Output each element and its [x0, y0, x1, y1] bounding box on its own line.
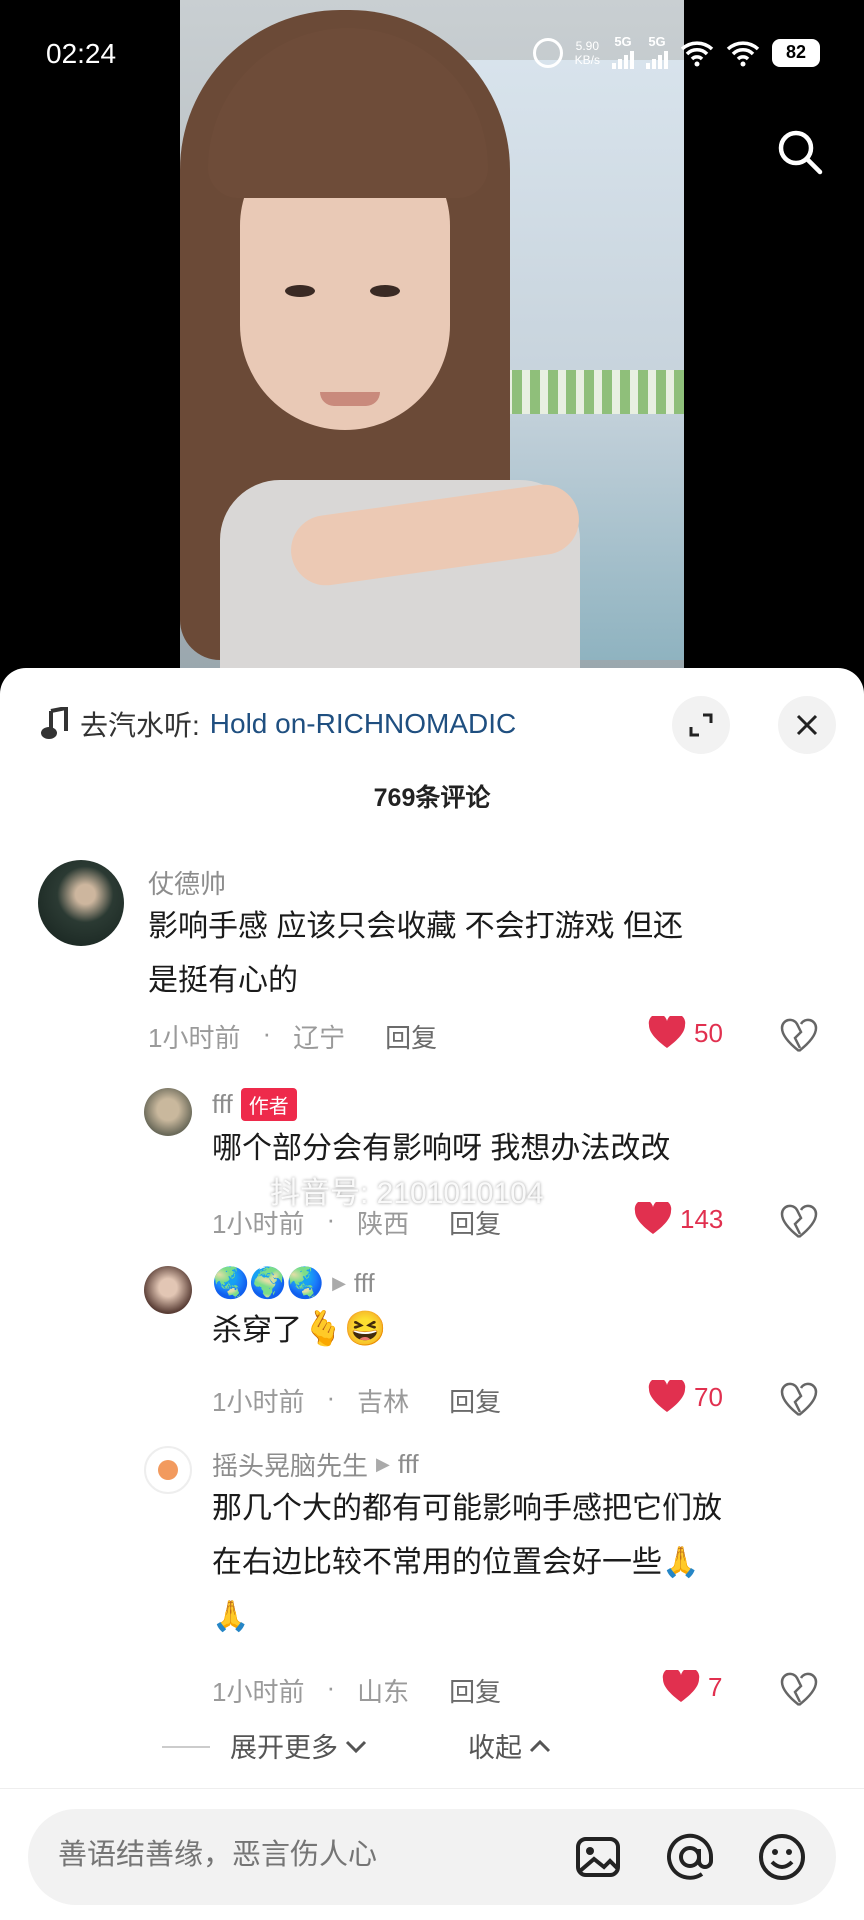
heart-icon	[648, 1016, 686, 1048]
battery-indicator: 82	[772, 38, 820, 67]
reply-item: 摇头晃脑先生 ▶ fff 那几个大的都有可能影响手感把它们放 在右边比较不常用的…	[0, 1446, 864, 1709]
like-button[interactable]: 7	[662, 1670, 722, 1704]
like-button[interactable]: 70	[648, 1380, 723, 1414]
mention-icon[interactable]	[664, 1831, 716, 1883]
comment-username[interactable]: 仗德帅	[148, 864, 226, 901]
avatar[interactable]	[144, 1088, 192, 1136]
dislike-icon[interactable]	[780, 1382, 818, 1418]
wifi-icon	[726, 40, 760, 66]
expand-more-button[interactable]: 展开更多	[230, 1726, 368, 1765]
reply-arrow-icon: ▶	[376, 1454, 390, 1474]
comment-sheet: 去汽水听: Hold on-RICHNOMADIC 769条评论 仗德帅 影响手…	[0, 668, 864, 1920]
chevron-down-icon	[345, 1740, 367, 1753]
comment-text: 影响手感 应该只会收藏 不会打游戏 但还 是挺有心的	[148, 910, 684, 997]
alarm-icon	[532, 37, 563, 68]
status-time: 02:24	[46, 38, 117, 69]
comment-input-box[interactable]	[28, 1809, 836, 1905]
reply-arrow-icon: ▶	[332, 1273, 346, 1293]
comment-username[interactable]: fff 作者	[212, 1088, 297, 1121]
dislike-icon[interactable]	[780, 1018, 818, 1054]
network-speed: 5.90 KB/s	[574, 38, 600, 67]
comment-meta: 1小时前 · 吉林 回复	[212, 1382, 502, 1419]
comment-meta: 1小时前 · 山东 回复	[212, 1672, 502, 1709]
music-prefix: 去汽水听:	[80, 710, 200, 741]
like-button[interactable]: 143	[634, 1202, 723, 1236]
reply-button[interactable]: 回复	[449, 1382, 501, 1419]
reply-button[interactable]: 回复	[385, 1018, 437, 1055]
collapse-button[interactable]: 收起	[468, 1726, 552, 1765]
music-link[interactable]: 去汽水听: Hold on-RICHNOMADIC	[40, 704, 516, 744]
signal-icon: 5G	[646, 35, 668, 69]
avatar[interactable]	[38, 860, 124, 946]
image-icon[interactable]	[572, 1831, 624, 1883]
comment-username[interactable]: 摇头晃脑先生 ▶ fff	[212, 1446, 419, 1483]
expand-icon	[689, 713, 713, 737]
chevron-up-icon	[529, 1739, 551, 1752]
divider	[162, 1746, 210, 1748]
avatar[interactable]	[144, 1446, 192, 1494]
wifi-icon	[680, 40, 714, 66]
expand-button[interactable]	[672, 696, 730, 754]
comment-username[interactable]: 🌏🌍🌏 ▶ fff	[212, 1266, 375, 1301]
watermark: 抖音号: 2101010104	[270, 1177, 544, 1210]
music-note-icon	[41, 707, 68, 739]
dislike-icon[interactable]	[780, 1672, 818, 1708]
heart-icon	[662, 1670, 700, 1702]
status-bar: 02:24 5.90 KB/s 5G 5G 82	[0, 0, 864, 110]
search-icon[interactable]	[774, 126, 826, 178]
comment-meta: 1小时前 · 辽宁 回复	[148, 1018, 438, 1055]
like-count: 7	[708, 1671, 723, 1702]
reply-item: 🌏🌍🌏 ▶ fff 杀穿了🫰😆 1小时前 · 吉林 回复 70	[0, 1266, 864, 1419]
heart-icon	[648, 1380, 686, 1412]
music-song-title[interactable]: Hold on-RICHNOMADIC	[210, 708, 517, 740]
reply-item: fff 作者 哪个部分会有影响呀 我想办法改改 1小时前 · 陕西 回复 143	[0, 1088, 864, 1240]
comment-item: 仗德帅 影响手感 应该只会收藏 不会打游戏 但还 是挺有心的 1小时前 · 辽宁 回…	[0, 860, 864, 1100]
close-button[interactable]	[778, 696, 836, 754]
comment-input-bar	[0, 1788, 864, 1920]
comment-count: 769条评论	[373, 784, 491, 812]
like-count: 50	[694, 1017, 723, 1048]
comment-text: 杀穿了🫰😆	[212, 1310, 387, 1348]
comment-text: 那几个大的都有可能影响手感把它们放 在右边比较不常用的位置会好一些🙏 🙏	[212, 1492, 722, 1633]
like-button[interactable]: 50	[648, 1016, 723, 1050]
signal-icon: 5G	[612, 35, 634, 69]
dislike-icon[interactable]	[780, 1204, 818, 1240]
author-badge: 作者	[240, 1088, 297, 1121]
close-icon	[796, 714, 818, 736]
comment-input[interactable]	[58, 1839, 498, 1872]
reply-button[interactable]: 回复	[449, 1672, 501, 1709]
like-count: 70	[694, 1381, 723, 1412]
avatar[interactable]	[144, 1266, 192, 1314]
heart-icon	[634, 1202, 672, 1234]
emoji-icon[interactable]	[756, 1831, 808, 1883]
like-count: 143	[680, 1203, 724, 1234]
